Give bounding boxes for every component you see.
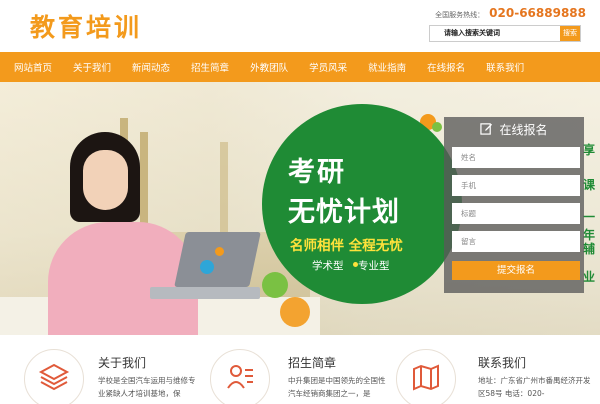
feature-desc: 中升集团是中国领先的全国性汽车经销商集团之一，是 [288, 376, 386, 398]
feature-title[interactable]: 联系我们 [478, 354, 526, 371]
nav-item-about[interactable]: 关于我们 [73, 60, 111, 74]
map-icon [410, 361, 442, 397]
student-face [83, 150, 128, 210]
laptop-screen [174, 232, 261, 287]
hero-slogan: 名师相伴 全程无忧 [290, 238, 403, 254]
main-nav: 网站首页 关于我们 新闻动态 招生简章 外教团队 学员风采 就业指南 在线报名 … [0, 52, 600, 82]
bookshelf [220, 142, 228, 232]
layers-icon [38, 361, 70, 397]
nav-item-employment[interactable]: 就业指南 [368, 60, 406, 74]
feature-desc: 地址：广东省广州市番禺经济开发区58号 电话：020- [478, 376, 591, 398]
feature-icon-circle [210, 349, 270, 404]
feature-title[interactable]: 招生简章 [288, 354, 336, 371]
decor-bubble [262, 272, 288, 298]
laptop-base [150, 287, 260, 299]
hero-title-line2: 无忧计划 [288, 197, 400, 228]
feature-title[interactable]: 关于我们 [98, 354, 146, 371]
feature-desc: 学校是全国汽车运用与维修专业紧缺人才培训基地，保 [98, 376, 196, 398]
decor-bubble [215, 247, 224, 256]
message-field[interactable] [452, 231, 580, 252]
search-box: 搜索 [429, 25, 581, 42]
decor-bubble [432, 122, 442, 132]
resume-icon [224, 361, 256, 397]
edge-text: 一 [583, 210, 596, 224]
feature-icon-circle [24, 349, 84, 404]
nav-item-contact[interactable]: 联系我们 [486, 60, 524, 74]
edge-text: 享 [583, 143, 596, 157]
decor-bubble [280, 297, 310, 327]
nav-item-teachers[interactable]: 外教团队 [250, 60, 288, 74]
nav-item-home[interactable]: 网站首页 [14, 60, 52, 74]
subject-field[interactable] [452, 203, 580, 224]
feature-icon-circle [396, 349, 456, 404]
edge-text: 辅 [583, 242, 596, 256]
search-button[interactable]: 搜索 [560, 26, 580, 41]
nav-item-admissions[interactable]: 招生简章 [191, 60, 229, 74]
hotline-label: 全国服务热线： [435, 11, 485, 19]
submit-button[interactable]: 提交报名 [452, 261, 580, 280]
feature-about[interactable]: 关于我们 学校是全国汽车运用与维修专业紧缺人才培训基地，保 [0, 335, 200, 404]
edge-text: 业 [583, 270, 596, 284]
site-header: 教育培训 全国服务热线： 020-66889888 搜索 [0, 0, 600, 52]
decor-bubble [200, 260, 214, 274]
registration-form: 在线报名 提交报名 [444, 117, 584, 293]
hotline: 全国服务热线： 020-66889888 [435, 6, 586, 20]
edit-icon [480, 120, 493, 139]
nav-item-students[interactable]: 学员风采 [309, 60, 347, 74]
hero-title-line1: 考研 [288, 157, 346, 188]
site-logo[interactable]: 教育培训 [30, 8, 142, 44]
page: 教育培训 全国服务热线： 020-66889888 搜索 网站首页 关于我们 新… [0, 0, 600, 404]
type-academic: 学术型 [312, 260, 344, 272]
search-input[interactable] [430, 26, 560, 41]
feature-contact[interactable]: 联系我们 地址：广东省广州市番禺经济开发区58号 电话：020- [396, 335, 600, 404]
name-field[interactable] [452, 147, 580, 168]
form-title-bar: 在线报名 [444, 117, 584, 142]
type-professional: 专业型 [358, 260, 390, 272]
nav-item-news[interactable]: 新闻动态 [132, 60, 170, 74]
feature-admissions[interactable]: 招生简章 中升集团是中国领先的全国性汽车经销商集团之一，是 [200, 335, 400, 404]
edge-text: 课 [583, 178, 596, 192]
phone-field[interactable] [452, 175, 580, 196]
hotline-number: 020-66889888 [489, 6, 586, 20]
nav-item-register[interactable]: 在线报名 [427, 60, 465, 74]
feature-strip: 关于我们 学校是全国汽车运用与维修专业紧缺人才培训基地，保 招生简章 中升集团是… [0, 335, 600, 404]
form-title: 在线报名 [499, 123, 548, 137]
